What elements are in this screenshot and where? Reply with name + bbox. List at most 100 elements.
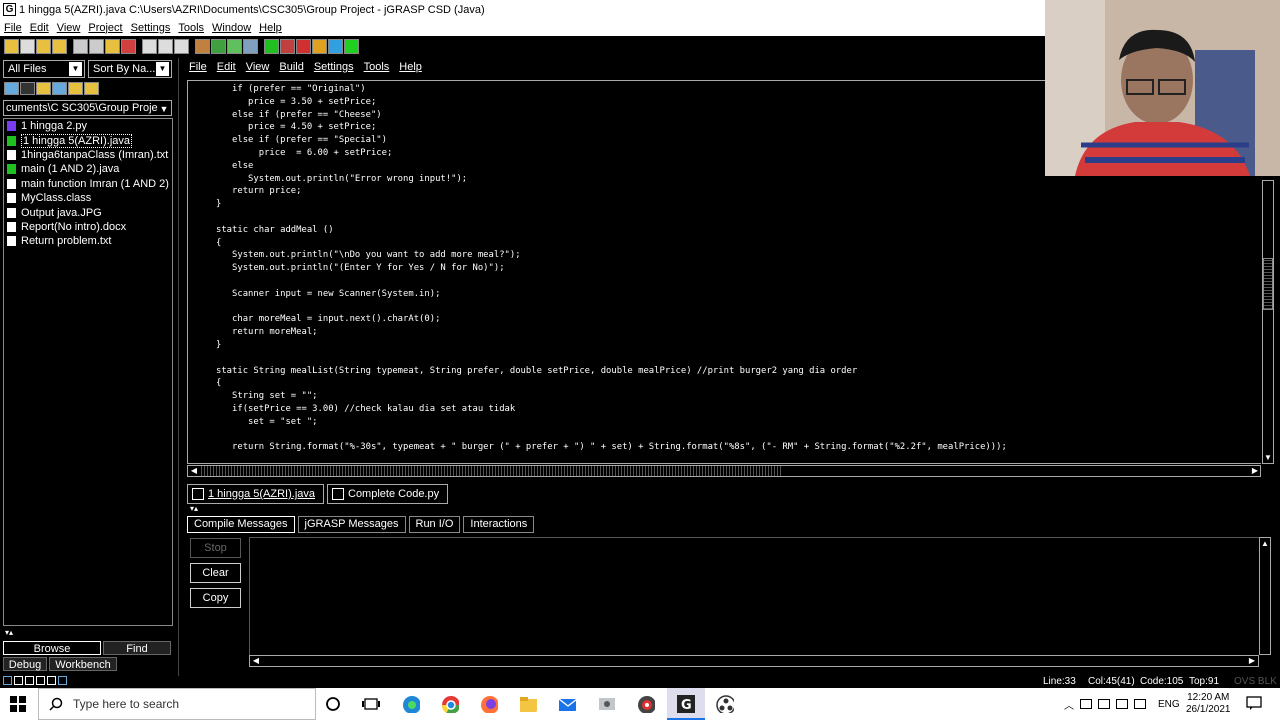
list-item[interactable]: Return problem.txt [4, 234, 172, 248]
mail-icon[interactable] [558, 695, 576, 713]
menu-settings[interactable]: Settings [127, 22, 175, 34]
expand-arrow-icon[interactable]: ▾▴ [4, 628, 14, 638]
list-item[interactable]: 1hinga6tanpaClass (Imran).txt [4, 148, 172, 162]
notification-icon[interactable] [1246, 695, 1264, 713]
menu-window[interactable]: Window [208, 22, 255, 34]
chevron-up-icon[interactable]: ︿ [1064, 697, 1074, 712]
tab-workbench[interactable]: Workbench [49, 657, 117, 671]
editor-vertical-scrollbar[interactable] [1262, 180, 1274, 464]
run-icon[interactable] [280, 39, 295, 54]
battery-icon[interactable] [1080, 699, 1092, 709]
forward-arrow-icon[interactable] [20, 82, 35, 95]
debug-icon[interactable] [296, 39, 311, 54]
editor-horizontal-scroll-thumb[interactable] [201, 466, 783, 476]
scroll-down-arrow-icon[interactable]: ▼ [1263, 453, 1273, 463]
paste-icon[interactable] [105, 39, 120, 54]
list-item[interactable]: Report(No intro).docx [4, 220, 172, 234]
window-icon[interactable] [3, 676, 12, 685]
sort-select[interactable]: Sort By Na... ▼ [88, 60, 172, 78]
open-file-icon[interactable] [36, 39, 51, 54]
scroll-left-arrow-icon[interactable]: ◀ [189, 466, 199, 476]
media-player-icon[interactable] [637, 695, 655, 713]
home-folder-icon[interactable] [68, 82, 83, 95]
menu-help[interactable]: Help [255, 22, 286, 34]
onedrive-icon[interactable] [1098, 699, 1110, 709]
tab-debug[interactable]: Debug [3, 657, 47, 671]
file-filter-select[interactable]: All Files ▼ [3, 60, 85, 78]
firefox-icon[interactable] [480, 695, 498, 713]
jar-icon[interactable] [243, 39, 258, 54]
task-view-icon[interactable] [362, 695, 380, 713]
list-icon[interactable] [47, 676, 56, 685]
maximize-icon[interactable] [58, 676, 67, 685]
viewer-icon[interactable] [328, 39, 343, 54]
file-explorer-icon[interactable] [519, 695, 537, 713]
open-folder-icon[interactable] [4, 39, 19, 54]
chrome-icon[interactable] [441, 695, 459, 713]
tab-jgrasp-messages[interactable]: jGRASP Messages [297, 516, 406, 533]
tile-vertical-icon[interactable] [25, 676, 34, 685]
stop-button[interactable]: Stop [190, 538, 241, 558]
new-folder-icon[interactable] [84, 82, 99, 95]
menu-file[interactable]: File [0, 22, 26, 34]
editor-menu-settings[interactable]: Settings [309, 61, 359, 73]
clock[interactable]: 12:20 AM 26/1/2021 [1186, 688, 1231, 720]
list-item[interactable]: MyClass.class [4, 191, 172, 205]
undo-icon[interactable] [121, 39, 136, 54]
uml-icon[interactable] [211, 39, 226, 54]
editor-menu-view[interactable]: View [241, 61, 275, 73]
scroll-up-arrow-icon[interactable]: ▲ [1260, 539, 1270, 549]
editor-menu-edit[interactable]: Edit [212, 61, 241, 73]
editor-vertical-scroll-thumb[interactable] [1263, 258, 1273, 310]
step-icon[interactable] [312, 39, 327, 54]
start-button[interactable] [0, 688, 36, 720]
tab-complete-code-py[interactable]: Complete Code.py [327, 484, 449, 504]
scroll-left-arrow-icon[interactable]: ◀ [251, 656, 261, 666]
menu-tools[interactable]: Tools [174, 22, 208, 34]
expand-arrow-icon[interactable]: ▾▴ [189, 504, 199, 514]
list-item[interactable]: 1 hingga 5(AZRI).java [4, 133, 172, 148]
wifi-icon[interactable] [1116, 699, 1128, 709]
page-icon[interactable] [174, 39, 189, 54]
copy-button[interactable]: Copy [190, 588, 241, 608]
tab-1-hingga-5-azri-java[interactable]: 1 hingga 5(AZRI).java [187, 484, 324, 504]
menu-view[interactable]: View [53, 22, 85, 34]
add-icon[interactable] [264, 39, 279, 54]
obs-icon[interactable] [716, 695, 734, 713]
messages-horizontal-scrollbar[interactable] [249, 655, 1259, 667]
scroll-right-arrow-icon[interactable]: ▶ [1250, 466, 1260, 476]
print-icon[interactable] [158, 39, 173, 54]
up-folder-icon[interactable] [36, 82, 51, 95]
snipping-tool-icon[interactable] [597, 695, 615, 713]
editor-menu-tools[interactable]: Tools [359, 61, 395, 73]
tab-run-io[interactable]: Run I/O [408, 516, 461, 533]
splitter[interactable] [178, 58, 184, 676]
compile-icon[interactable] [227, 39, 242, 54]
save-icon[interactable] [52, 39, 67, 54]
editor-menu-build[interactable]: Build [274, 61, 308, 73]
tab-find[interactable]: Find [103, 641, 171, 655]
editor-menu-file[interactable]: File [184, 61, 212, 73]
copy-icon[interactable] [89, 39, 104, 54]
tile-icon[interactable] [14, 676, 23, 685]
menu-project[interactable]: Project [84, 22, 126, 34]
current-path-select[interactable]: cuments\C SC305\Group Project ▼ [3, 100, 172, 116]
close-icon[interactable] [73, 39, 88, 54]
clear-button[interactable]: Clear [190, 563, 241, 583]
volume-icon[interactable] [1134, 699, 1146, 709]
canvas-icon[interactable] [344, 39, 359, 54]
messages-vertical-scrollbar[interactable] [1259, 537, 1271, 655]
cascade-icon[interactable] [36, 676, 45, 685]
list-item[interactable]: Output java.JPG [4, 205, 172, 219]
list-item[interactable]: main (1 AND 2).java [4, 162, 172, 176]
generate-csd-icon[interactable] [195, 39, 210, 54]
language-indicator[interactable]: ENG [1158, 699, 1180, 710]
menu-edit[interactable]: Edit [26, 22, 53, 34]
new-file-icon[interactable] [20, 39, 35, 54]
tab-interactions[interactable]: Interactions [463, 516, 535, 533]
editor-menu-help[interactable]: Help [394, 61, 427, 73]
tab-compile-messages[interactable]: Compile Messages [187, 516, 295, 533]
jgrasp-taskbar-button[interactable]: G [667, 688, 705, 720]
document-icon[interactable] [142, 39, 157, 54]
taskbar-search-input[interactable]: Type here to search [38, 688, 316, 720]
